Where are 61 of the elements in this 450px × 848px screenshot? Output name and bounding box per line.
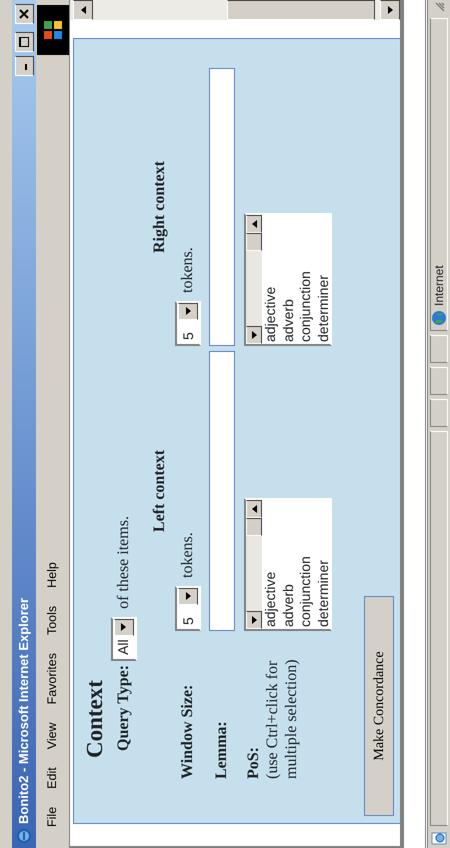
field-label: Lemma: [212, 720, 230, 779]
scroll-thumb[interactable] [246, 233, 262, 251]
caret-icon [186, 308, 190, 316]
field-suffix: tokens. [178, 247, 197, 293]
dropdown[interactable]: 5 [175, 301, 201, 346]
resize-grip-icon[interactable] [433, 2, 445, 14]
field-suffix: of these items. [114, 516, 132, 609]
scroll-thumb[interactable] [246, 518, 262, 536]
lemma-field[interactable] [208, 351, 234, 631]
scroll-down-button[interactable] [380, 0, 400, 20]
close-icon [19, 9, 29, 19]
column-heading: Left context [151, 450, 168, 532]
dropdown[interactable]: 5 [175, 586, 201, 631]
list-option[interactable]: adverb [280, 500, 297, 629]
menu-item[interactable]: Help [43, 555, 62, 595]
field-label: Window Size: [178, 684, 197, 779]
scroll-thumb[interactable] [227, 0, 375, 20]
page-icon [431, 830, 447, 846]
scroll-button[interactable] [246, 611, 262, 629]
list-option[interactable]: adjective [262, 500, 280, 629]
security-zone: Internet [431, 265, 447, 306]
list-option[interactable]: determiner [314, 215, 332, 344]
field-label: Query Type: [114, 664, 132, 751]
scroll-up-button[interactable] [73, 0, 93, 20]
listbox[interactable]: adjective adverb conjunction determiner [244, 213, 332, 346]
lemma-field[interactable] [208, 68, 234, 346]
list-option[interactable]: adverb [280, 215, 297, 344]
browser-icon [16, 828, 32, 844]
list-option[interactable]: adjective [262, 215, 280, 344]
list-option[interactable]: conjunction [297, 500, 314, 629]
window-title: Bonito2 - Microsoft Internet Explorer [15, 596, 32, 824]
menu-item[interactable]: File [43, 800, 62, 834]
caret-icon [186, 592, 190, 600]
scroll-button[interactable] [246, 215, 262, 233]
globe-icon [431, 310, 447, 326]
list-option[interactable]: conjunction [297, 215, 314, 344]
close-button[interactable] [14, 4, 34, 24]
hint-text: (use Ctrl+click for multiple selection) [263, 658, 301, 779]
status-pane [430, 367, 448, 395]
scroll-button[interactable] [246, 500, 262, 518]
scrollbar[interactable] [70, 0, 400, 20]
status-pane [430, 335, 448, 363]
menu-item[interactable]: Favorites [43, 646, 62, 712]
listbox[interactable]: adjective adverb conjunction determiner [244, 498, 332, 631]
column-heading: Right context [151, 161, 168, 253]
list-option[interactable]: determiner [314, 500, 332, 629]
dropdown[interactable]: All [110, 616, 136, 661]
caret-icon [121, 623, 126, 632]
flag-icon [42, 19, 64, 41]
menu-item[interactable]: Tools [43, 598, 62, 642]
scroll-button[interactable] [246, 326, 262, 344]
status-pane [430, 399, 448, 427]
maximize-icon [19, 37, 29, 47]
menu-item[interactable]: Edit [43, 760, 62, 796]
minimize-button[interactable] [14, 56, 34, 76]
field-suffix: tokens. [178, 532, 197, 578]
menu-item[interactable]: View [43, 715, 62, 756]
field-label: PoS: [244, 746, 263, 779]
form-heading: Context [81, 679, 108, 758]
maximize-button[interactable] [14, 32, 34, 52]
make-concordance-button[interactable]: Make Concordance [364, 596, 394, 816]
